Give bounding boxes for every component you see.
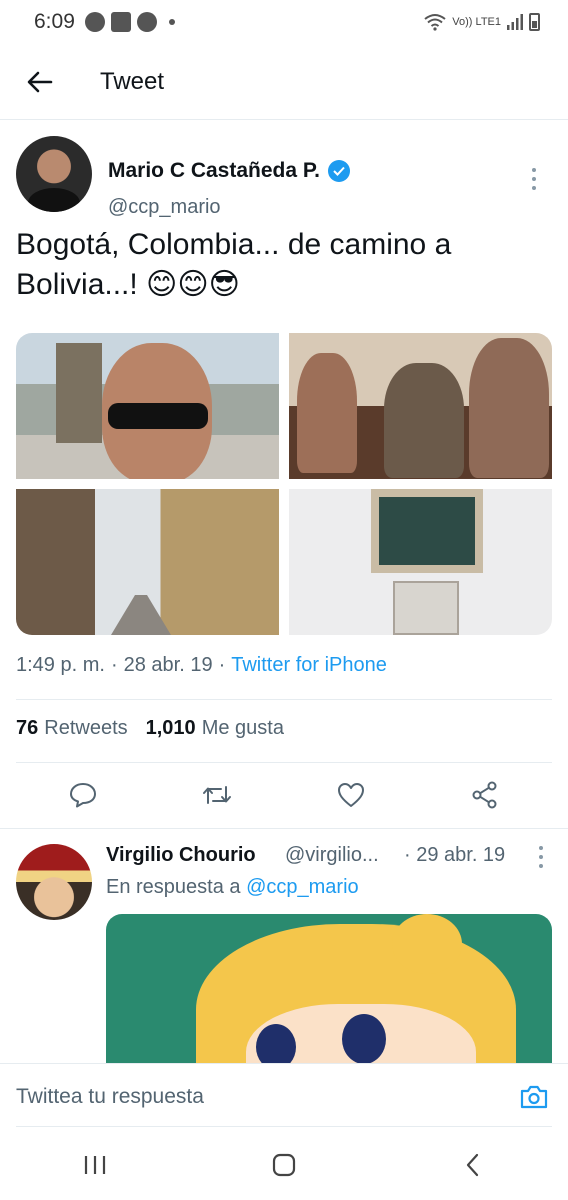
photo-detail — [56, 343, 102, 443]
likes-count[interactable]: 1,010 — [146, 717, 196, 740]
like-button[interactable] — [331, 775, 371, 815]
more-dot-icon — [539, 864, 543, 868]
tweet-source-link[interactable]: Twitter for iPhone — [231, 654, 387, 677]
reply-tweet[interactable]: Virgilio Chourio @virgilio... · 29 abr. … — [0, 828, 568, 1064]
camera-icon — [520, 1085, 548, 1108]
tweet-photo-4[interactable] — [289, 489, 552, 635]
photo-detail — [111, 595, 171, 635]
system-nav-bar — [0, 1130, 568, 1200]
heart-icon — [338, 783, 364, 807]
photo-detail — [469, 338, 549, 478]
likes-label[interactable]: Me gusta — [202, 717, 284, 740]
signal-icon — [507, 14, 523, 30]
reply-media-image[interactable] — [106, 914, 552, 1064]
divider — [16, 762, 552, 763]
chevron-left-icon — [467, 1153, 479, 1177]
home-icon — [272, 1153, 296, 1177]
more-notifications-icon — [168, 19, 175, 25]
photo-detail — [393, 581, 459, 635]
reply-icon — [70, 783, 96, 808]
tweet-actions — [16, 764, 552, 826]
battery-icon — [529, 13, 540, 31]
image-detail — [342, 1014, 386, 1064]
reply-author-avatar[interactable] — [16, 844, 92, 920]
tweet-photo-2[interactable] — [289, 333, 552, 479]
more-dot-icon — [532, 177, 536, 181]
network-label: Vo)) LTE1 — [452, 16, 501, 28]
reply-compose-bar: Twittea tu respuesta — [0, 1063, 568, 1129]
reply-date: · 29 abr. 19 — [404, 844, 506, 866]
author-handle[interactable]: @ccp_mario — [108, 196, 221, 219]
tweet-text: Bogotá, Colombia... de camino a Bolivia.… — [16, 228, 452, 301]
author-avatar[interactable] — [16, 136, 92, 212]
home-button[interactable] — [260, 1141, 308, 1189]
top-app-bar: Tweet — [0, 44, 568, 120]
photo-detail — [371, 489, 483, 573]
reply-author-name[interactable]: Virgilio Chourio — [106, 844, 256, 867]
meta-separator: · — [218, 654, 226, 676]
back-button[interactable] — [20, 62, 60, 102]
tweet-media-grid — [16, 333, 552, 635]
reply-to-handle-link[interactable]: @ccp_mario — [246, 876, 359, 898]
camera-button[interactable] — [516, 1079, 552, 1115]
photo-detail — [384, 363, 464, 478]
recent-apps-icon — [84, 1156, 105, 1174]
divider — [16, 1126, 552, 1127]
share-icon — [472, 781, 497, 809]
photo-detail — [297, 353, 357, 473]
author-name-row[interactable]: Mario C Castañeda P. — [108, 159, 351, 183]
arrow-left-icon — [27, 71, 53, 92]
tweet-photo-3[interactable] — [16, 489, 279, 635]
more-dot-icon — [539, 846, 543, 850]
image-detail — [256, 1024, 296, 1064]
reply-input[interactable]: Twittea tu respuesta — [16, 1085, 516, 1109]
tweet-photo-1[interactable] — [16, 333, 279, 479]
divider — [16, 699, 552, 700]
image-detail — [392, 914, 462, 974]
retweets-count[interactable]: 76 — [16, 717, 38, 740]
reply-to-line: En respuesta a @ccp_mario — [106, 876, 359, 899]
more-dot-icon — [539, 855, 543, 859]
mail-icon — [110, 12, 131, 32]
system-icons: Vo)) LTE1 — [424, 13, 540, 31]
chat-icon — [136, 12, 157, 32]
status-time: 6:09 — [34, 10, 75, 33]
meta-separator: · — [110, 654, 118, 676]
notification-icons — [84, 12, 175, 32]
retweets-label[interactable]: Retweets — [44, 717, 127, 740]
share-button[interactable] — [465, 775, 505, 815]
more-dot-icon — [532, 168, 536, 172]
reply-author-handle[interactable]: @virgilio... — [285, 844, 391, 867]
retweet-icon — [203, 786, 231, 804]
reply-more-options-button[interactable] — [538, 846, 544, 868]
tweet-meta: 1:49 p. m. · 28 abr. 19 · Twitter for iP… — [16, 654, 387, 677]
system-back-button[interactable] — [449, 1141, 497, 1189]
more-dot-icon — [532, 186, 536, 190]
tweet-author: Mario C Castañeda P. @ccp_mario — [16, 136, 552, 219]
reply-button[interactable] — [63, 775, 103, 815]
page-title: Tweet — [100, 67, 165, 95]
music-icon — [84, 12, 105, 32]
verified-badge-icon — [328, 160, 351, 182]
more-options-button[interactable] — [524, 164, 544, 194]
tweet-time: 1:49 p. m. — [16, 654, 105, 676]
wifi-icon — [424, 14, 446, 31]
author-name: Mario C Castañeda P. — [108, 159, 321, 182]
retweet-button[interactable] — [197, 775, 237, 815]
tweet-stats: 76 Retweets 1,010 Me gusta — [16, 717, 302, 740]
tweet-date: 28 abr. 19 — [123, 654, 213, 676]
recent-apps-button[interactable] — [71, 1141, 119, 1189]
reply-to-prefix: En respuesta a — [106, 876, 241, 898]
status-bar: 6:09 Vo)) LTE1 — [0, 0, 568, 44]
photo-detail — [108, 403, 208, 429]
